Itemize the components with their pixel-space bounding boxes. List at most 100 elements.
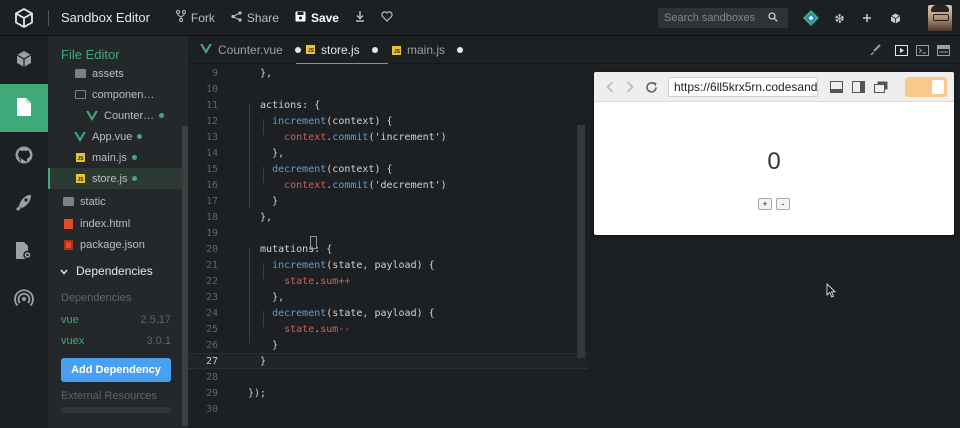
tree-item-main-js[interactable]: JS main.js	[48, 147, 182, 168]
code-line[interactable]: 10	[188, 81, 588, 97]
file-icon	[16, 97, 32, 120]
patron-badge-icon[interactable]	[801, 0, 821, 36]
code-text: decrement(state, payload) {	[248, 308, 435, 319]
code-line[interactable]: 15 decrement(context) {	[188, 161, 588, 177]
code-token: decrement	[248, 307, 327, 319]
tree-item-index-html[interactable]: index.html	[48, 213, 182, 234]
tab-store-js[interactable]: JS store.js	[296, 36, 388, 64]
code-line[interactable]: 26 }	[188, 337, 588, 353]
gear-icon[interactable]	[830, 0, 848, 36]
indent-guide	[249, 247, 250, 343]
code-token: (state, payload) {	[326, 307, 435, 319]
code-line[interactable]: 24 decrement(state, payload) {	[188, 305, 588, 321]
code-token: },	[248, 147, 285, 159]
code-line[interactable]: 17 }	[188, 193, 588, 209]
refresh-icon[interactable]	[643, 79, 659, 95]
back-arrow-icon[interactable]	[602, 79, 618, 95]
code-line[interactable]: 13 context.commit('increment')	[188, 129, 588, 145]
dock-bottom-icon[interactable]	[828, 79, 844, 95]
console-view-icon[interactable]	[915, 44, 929, 56]
tab-counter-vue[interactable]: Counter.vue	[200, 36, 301, 64]
code-token: }	[248, 339, 279, 351]
codesandbox-logo-icon[interactable]	[0, 0, 48, 36]
dependency-row-vue[interactable]: vue 2.5.17	[61, 314, 171, 326]
code-token: state	[248, 275, 315, 287]
search-input[interactable]	[664, 12, 768, 24]
editor-tab-bar: Counter.vue JS store.js JS main.js	[188, 36, 960, 64]
preview-url-field[interactable]: https://6ll5krx5rn.codesandbox.io/	[668, 77, 818, 97]
folder-icon	[74, 68, 86, 80]
code-token: }	[248, 355, 267, 367]
open-new-window-icon[interactable]	[873, 79, 889, 95]
share-button[interactable]: Share	[231, 11, 279, 25]
code-token: sum	[320, 323, 339, 335]
code-line[interactable]: 21 increment(state, payload) {	[188, 257, 588, 273]
deploy-tab[interactable]	[0, 180, 48, 228]
code-text: increment(context) {	[248, 116, 392, 127]
split-view-icon[interactable]	[936, 44, 950, 56]
dependency-version: 3.0.1	[146, 335, 171, 347]
like-button[interactable]	[381, 10, 393, 25]
title-divider	[48, 9, 49, 26]
tree-item-package-json[interactable]: package.json	[48, 234, 182, 255]
code-line[interactable]: 18 },	[188, 209, 588, 225]
add-dependency-button[interactable]: Add Dependency	[61, 358, 171, 382]
tree-item-app-vue[interactable]: App.vue	[48, 126, 182, 147]
code-line[interactable]: 12 increment(context) {	[188, 113, 588, 129]
top-bar: Sandbox Editor Fork Share Save	[0, 0, 960, 36]
decrement-button[interactable]: -	[776, 198, 790, 210]
code-editor[interactable]: 9 }, 10 11 actions: {12 increment(context)…	[188, 64, 590, 428]
search-box[interactable]	[658, 8, 788, 28]
autoreload-toggle[interactable]	[905, 77, 947, 97]
code-line[interactable]: 28	[188, 369, 588, 385]
code-line[interactable]: 19	[188, 225, 588, 241]
config-files-tab[interactable]	[0, 228, 48, 276]
fork-button[interactable]: Fork	[175, 10, 215, 25]
dependencies-toggle[interactable]: Dependencies	[60, 264, 153, 278]
search-icon[interactable]	[768, 11, 778, 25]
line-number: 30	[205, 403, 218, 415]
editor-scrollbar[interactable]	[577, 125, 585, 358]
code-line[interactable]: 14 },	[188, 145, 588, 161]
code-token: increment	[248, 259, 327, 271]
user-avatar[interactable]	[928, 5, 952, 31]
dependency-row-vuex[interactable]: vuex 3.0.1	[61, 335, 171, 347]
plus-icon[interactable]	[858, 0, 876, 36]
forward-arrow-icon[interactable]	[622, 79, 638, 95]
github-tab[interactable]	[0, 132, 48, 180]
tree-item-static[interactable]: static	[48, 191, 182, 212]
save-button[interactable]: Save	[295, 11, 339, 25]
code-line[interactable]: 22 state.sum++	[188, 273, 588, 289]
dependency-name: vue	[61, 314, 79, 326]
tree-item-counter-vue[interactable]: Counter…	[48, 105, 182, 126]
file-editor-tab[interactable]	[0, 84, 48, 132]
dock-right-icon[interactable]	[850, 79, 866, 95]
code-token: (state, payload) {	[326, 259, 435, 271]
external-resources-input[interactable]	[61, 407, 171, 413]
increment-button[interactable]: +	[758, 198, 772, 210]
code-line[interactable]: 23 },	[188, 289, 588, 305]
line-number: 22	[205, 275, 218, 287]
code-line[interactable]: 9 },	[188, 65, 588, 81]
download-button[interactable]	[355, 10, 365, 25]
code-text: },	[248, 148, 284, 159]
code-line[interactable]: 27 }	[188, 353, 588, 369]
live-tab[interactable]	[0, 276, 48, 324]
tree-item-store-js[interactable]: JS store.js	[48, 168, 182, 189]
code-line[interactable]: 25 state.sum--	[188, 321, 588, 337]
tab-main-js[interactable]: JS main.js	[392, 36, 464, 64]
mouse-pointer-icon	[826, 282, 837, 301]
tree-item-components[interactable]: componen…	[48, 84, 182, 105]
code-line[interactable]: 30	[188, 401, 588, 417]
code-line[interactable]: 11 actions: {	[188, 97, 588, 113]
code-line[interactable]: 16 context.commit('decrement')	[188, 177, 588, 193]
code-line[interactable]: 20 mutations: {	[188, 241, 588, 257]
prettify-brush-icon[interactable]	[868, 44, 882, 56]
project-info-tab[interactable]	[0, 36, 48, 84]
indent-guide	[263, 167, 264, 183]
preview-browser: https://6ll5krx5rn.codesandbox.io/ 0 + -	[594, 72, 954, 235]
code-line[interactable]: 29});	[188, 385, 588, 401]
preview-view-icon[interactable]	[894, 44, 908, 56]
tree-item-assets[interactable]: assets	[48, 63, 182, 84]
cube-small-icon[interactable]	[886, 0, 904, 36]
